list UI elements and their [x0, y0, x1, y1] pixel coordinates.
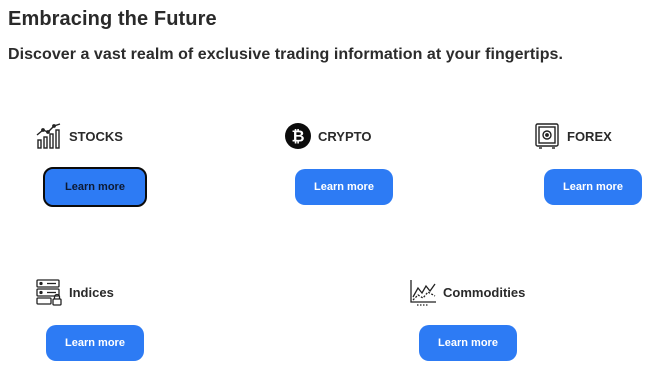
- stock-chart-icon: [35, 122, 63, 150]
- card-stocks-label: STOCKS: [69, 128, 123, 144]
- server-lock-icon: [35, 278, 63, 306]
- commodities-learn-more-button[interactable]: Learn more: [419, 325, 517, 361]
- crypto-learn-more-button[interactable]: Learn more: [295, 169, 393, 205]
- card-commodities-header: Commodities: [409, 278, 525, 306]
- card-crypto-label: CRYPTO: [318, 128, 372, 144]
- forex-learn-more-button[interactable]: Learn more: [544, 169, 642, 205]
- card-indices-header: Indices: [35, 278, 114, 306]
- page-subtitle: Discover a vast realm of exclusive tradi…: [8, 46, 563, 63]
- indices-learn-more-button[interactable]: Learn more: [46, 325, 144, 361]
- card-indices-label: Indices: [69, 284, 114, 300]
- card-forex-header: FOREX: [533, 122, 612, 150]
- card-forex-label: FOREX: [567, 128, 612, 144]
- line-chart-icon: [409, 278, 437, 306]
- card-crypto-header: ₿ CRYPTO: [284, 122, 371, 150]
- stocks-learn-more-button[interactable]: Learn more: [43, 167, 147, 207]
- bitcoin-icon: ₿: [284, 122, 312, 150]
- card-commodities-label: Commodities: [443, 284, 526, 300]
- safe-icon: [533, 122, 561, 150]
- card-stocks-header: STOCKS: [35, 122, 123, 150]
- svg-text:₿: ₿: [291, 127, 304, 146]
- page-title: Embracing the Future: [8, 8, 217, 30]
